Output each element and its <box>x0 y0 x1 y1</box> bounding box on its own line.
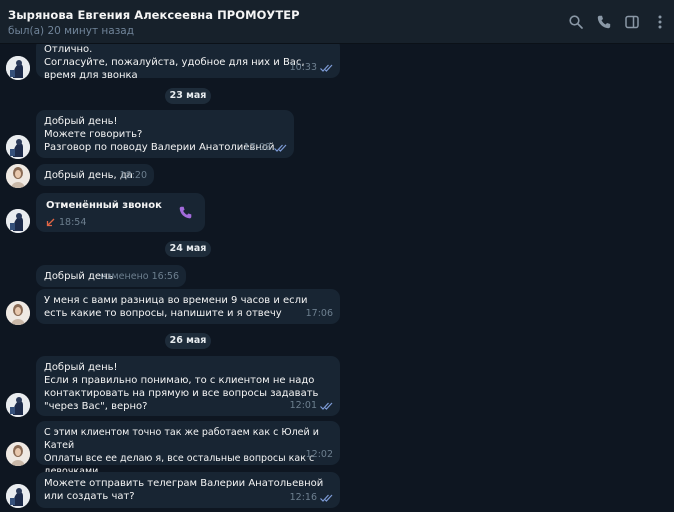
chat-header: Зырянова Евгения Алексеевна ПРОМОУТЕР бы… <box>0 0 674 44</box>
message-bubble[interactable]: Можете отправить телеграм Валерии Анатол… <box>36 472 340 508</box>
read-checkmarks-icon <box>320 64 333 72</box>
avatar[interactable] <box>6 209 30 233</box>
search-icon[interactable] <box>568 14 584 30</box>
date-separator: 23 мая <box>165 88 211 104</box>
message-meta: 17:06 <box>306 307 333 320</box>
avatar[interactable] <box>6 393 30 417</box>
sidebar-toggle-icon[interactable] <box>624 14 640 30</box>
message-bubble[interactable]: Добрый день, да 18:20 <box>36 164 154 186</box>
message-meta: 17:08 <box>244 141 287 154</box>
message-time: 18:20 <box>119 170 147 181</box>
message-time: 12:16 <box>289 492 317 503</box>
message-list[interactable]: Отлично. Согласуйте, пожалуйста, удобное… <box>0 44 674 512</box>
message-meta: изменено 16:56 <box>100 270 179 283</box>
call-bubble[interactable]: Отменённый звонок 18:54 <box>36 193 205 232</box>
message-time: 12:02 <box>305 449 333 460</box>
avatar-image <box>6 442 30 466</box>
read-checkmarks-icon <box>274 144 287 152</box>
message-text: У меня с вами разница во времени 9 часов… <box>44 295 308 319</box>
avatar[interactable] <box>6 135 30 159</box>
phone-call-icon[interactable] <box>178 205 193 220</box>
date-separator: 24 мая <box>165 241 211 257</box>
message-time: 10:33 <box>289 62 317 73</box>
message-time: 17:08 <box>243 142 271 153</box>
missed-call-arrow-icon <box>46 218 55 227</box>
message-bubble[interactable]: Добрый день! Если я правильно понимаю, т… <box>36 356 340 416</box>
avatar[interactable] <box>6 56 30 80</box>
read-checkmarks-icon <box>320 494 333 502</box>
message-time: 12:01 <box>289 400 317 411</box>
message-time: изменено 16:56 <box>100 271 179 282</box>
more-icon[interactable] <box>652 14 668 30</box>
message-meta: 10:33 <box>290 61 333 74</box>
avatar-image <box>6 484 30 508</box>
message-bubble[interactable]: Добрый день изменено 16:56 <box>36 265 186 287</box>
message-text: С этим клиентом точно так же работаем ка… <box>44 427 319 477</box>
message-bubble[interactable]: У меня с вами разница во времени 9 часов… <box>36 289 340 324</box>
read-checkmarks-icon <box>320 402 333 410</box>
avatar[interactable] <box>6 164 30 188</box>
message-bubble[interactable]: С этим клиентом точно так же работаем ка… <box>36 421 340 477</box>
avatar-image <box>6 56 30 80</box>
message-meta: 12:02 <box>306 448 333 461</box>
header-actions <box>568 14 668 30</box>
call-title: Отменённый звонок <box>46 200 162 211</box>
call-time: 18:54 <box>59 217 87 228</box>
avatar-image <box>6 135 30 159</box>
message-meta: 12:01 <box>290 399 333 412</box>
message-time: 17:06 <box>305 308 333 319</box>
phone-icon[interactable] <box>596 14 612 30</box>
avatar[interactable] <box>6 301 30 325</box>
message-bubble[interactable]: Отлично. Согласуйте, пожалуйста, удобное… <box>36 44 340 81</box>
avatar-image <box>6 301 30 325</box>
message-meta: 12:16 <box>290 491 333 504</box>
message-meta: 18:20 <box>120 169 147 182</box>
avatar-image <box>6 209 30 233</box>
avatar[interactable] <box>6 484 30 508</box>
avatar-image <box>6 393 30 417</box>
message-bubble[interactable]: Добрый день! Можете говорить? Разговор п… <box>36 110 294 158</box>
avatar[interactable] <box>6 442 30 466</box>
call-details: 18:54 <box>46 216 195 229</box>
avatar-image <box>6 164 30 188</box>
date-separator: 26 мая <box>165 333 211 349</box>
